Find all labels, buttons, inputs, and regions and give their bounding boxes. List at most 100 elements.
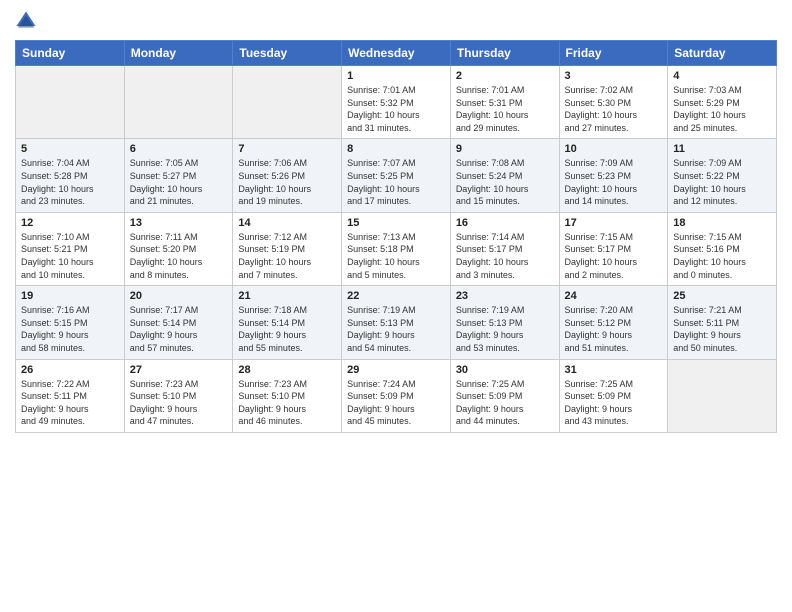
calendar-cell: 30 Sunrise: 7:25 AMSunset: 5:09 PMDayligh… <box>450 359 559 432</box>
day-number: 31 <box>565 364 663 376</box>
day-number: 28 <box>238 364 336 376</box>
weekday-header: Sunday <box>16 41 125 66</box>
day-info: Sunrise: 7:07 AMSunset: 5:25 PMDaylight:… <box>347 157 445 207</box>
calendar-cell: 7 Sunrise: 7:06 AMSunset: 5:26 PMDaylight… <box>233 139 342 212</box>
day-number: 8 <box>347 143 445 155</box>
calendar-week-row: 5 Sunrise: 7:04 AMSunset: 5:28 PMDaylight… <box>16 139 777 212</box>
calendar-cell: 22 Sunrise: 7:19 AMSunset: 5:13 PMDayligh… <box>342 286 451 359</box>
day-info: Sunrise: 7:14 AMSunset: 5:17 PMDaylight:… <box>456 231 554 281</box>
calendar-cell: 17 Sunrise: 7:15 AMSunset: 5:17 PMDayligh… <box>559 212 668 285</box>
day-info: Sunrise: 7:18 AMSunset: 5:14 PMDaylight:… <box>238 304 336 354</box>
weekday-header: Friday <box>559 41 668 66</box>
day-number: 17 <box>565 217 663 229</box>
calendar-cell: 26 Sunrise: 7:22 AMSunset: 5:11 PMDayligh… <box>16 359 125 432</box>
day-number: 20 <box>130 290 228 302</box>
day-number: 30 <box>456 364 554 376</box>
day-number: 13 <box>130 217 228 229</box>
day-number: 1 <box>347 70 445 82</box>
calendar-cell: 3 Sunrise: 7:02 AMSunset: 5:30 PMDaylight… <box>559 66 668 139</box>
day-number: 11 <box>673 143 771 155</box>
day-info: Sunrise: 7:06 AMSunset: 5:26 PMDaylight:… <box>238 157 336 207</box>
calendar-cell: 4 Sunrise: 7:03 AMSunset: 5:29 PMDaylight… <box>668 66 777 139</box>
logo <box>15 10 39 34</box>
header <box>15 10 777 34</box>
calendar-cell: 18 Sunrise: 7:15 AMSunset: 5:16 PMDayligh… <box>668 212 777 285</box>
day-info: Sunrise: 7:04 AMSunset: 5:28 PMDaylight:… <box>21 157 119 207</box>
calendar-cell: 20 Sunrise: 7:17 AMSunset: 5:14 PMDayligh… <box>124 286 233 359</box>
day-info: Sunrise: 7:22 AMSunset: 5:11 PMDaylight:… <box>21 378 119 428</box>
day-number: 26 <box>21 364 119 376</box>
calendar-cell: 25 Sunrise: 7:21 AMSunset: 5:11 PMDayligh… <box>668 286 777 359</box>
calendar-cell: 11 Sunrise: 7:09 AMSunset: 5:22 PMDayligh… <box>668 139 777 212</box>
weekday-header-row: SundayMondayTuesdayWednesdayThursdayFrid… <box>16 41 777 66</box>
day-number: 21 <box>238 290 336 302</box>
calendar-week-row: 1 Sunrise: 7:01 AMSunset: 5:32 PMDaylight… <box>16 66 777 139</box>
calendar-week-row: 26 Sunrise: 7:22 AMSunset: 5:11 PMDayligh… <box>16 359 777 432</box>
day-number: 15 <box>347 217 445 229</box>
day-info: Sunrise: 7:24 AMSunset: 5:09 PMDaylight:… <box>347 378 445 428</box>
day-number: 2 <box>456 70 554 82</box>
calendar-cell: 1 Sunrise: 7:01 AMSunset: 5:32 PMDaylight… <box>342 66 451 139</box>
calendar-cell <box>124 66 233 139</box>
day-number: 25 <box>673 290 771 302</box>
calendar-cell: 12 Sunrise: 7:10 AMSunset: 5:21 PMDayligh… <box>16 212 125 285</box>
day-info: Sunrise: 7:15 AMSunset: 5:16 PMDaylight:… <box>673 231 771 281</box>
calendar-cell: 10Sunrise: 7:09 AMSunset: 5:23 PMDayligh… <box>559 139 668 212</box>
day-number: 14 <box>238 217 336 229</box>
day-number: 27 <box>130 364 228 376</box>
day-number: 3 <box>565 70 663 82</box>
calendar-cell: 8 Sunrise: 7:07 AMSunset: 5:25 PMDaylight… <box>342 139 451 212</box>
day-info: Sunrise: 7:03 AMSunset: 5:29 PMDaylight:… <box>673 84 771 134</box>
day-info: Sunrise: 7:16 AMSunset: 5:15 PMDaylight:… <box>21 304 119 354</box>
day-info: Sunrise: 7:01 AMSunset: 5:32 PMDaylight:… <box>347 84 445 134</box>
day-info: Sunrise: 7:10 AMSunset: 5:21 PMDaylight:… <box>21 231 119 281</box>
calendar-header: SundayMondayTuesdayWednesdayThursdayFrid… <box>16 41 777 66</box>
day-info: Sunrise: 7:01 AMSunset: 5:31 PMDaylight:… <box>456 84 554 134</box>
day-number: 18 <box>673 217 771 229</box>
weekday-header: Tuesday <box>233 41 342 66</box>
day-info: Sunrise: 7:25 AMSunset: 5:09 PMDaylight:… <box>565 378 663 428</box>
day-number: 16 <box>456 217 554 229</box>
weekday-header: Saturday <box>668 41 777 66</box>
day-info: Sunrise: 7:02 AMSunset: 5:30 PMDaylight:… <box>565 84 663 134</box>
calendar-cell: 13 Sunrise: 7:11 AMSunset: 5:20 PMDayligh… <box>124 212 233 285</box>
day-info: Sunrise: 7:19 AMSunset: 5:13 PMDaylight:… <box>347 304 445 354</box>
calendar-cell: 28 Sunrise: 7:23 AMSunset: 5:10 PMDayligh… <box>233 359 342 432</box>
calendar-cell: 14 Sunrise: 7:12 AMSunset: 5:19 PMDayligh… <box>233 212 342 285</box>
day-info: Sunrise: 7:23 AMSunset: 5:10 PMDaylight:… <box>238 378 336 428</box>
day-number: 7 <box>238 143 336 155</box>
day-info: Sunrise: 7:05 AMSunset: 5:27 PMDaylight:… <box>130 157 228 207</box>
day-info: Sunrise: 7:20 AMSunset: 5:12 PMDaylight:… <box>565 304 663 354</box>
day-info: Sunrise: 7:19 AMSunset: 5:13 PMDaylight:… <box>456 304 554 354</box>
calendar-week-row: 19Sunrise: 7:16 AMSunset: 5:15 PMDayligh… <box>16 286 777 359</box>
calendar-cell: 27 Sunrise: 7:23 AMSunset: 5:10 PMDayligh… <box>124 359 233 432</box>
calendar-cell: 23 Sunrise: 7:19 AMSunset: 5:13 PMDayligh… <box>450 286 559 359</box>
calendar-cell: 24Sunrise: 7:20 AMSunset: 5:12 PMDayligh… <box>559 286 668 359</box>
calendar-cell: 19Sunrise: 7:16 AMSunset: 5:15 PMDayligh… <box>16 286 125 359</box>
day-number: 22 <box>347 290 445 302</box>
weekday-header: Wednesday <box>342 41 451 66</box>
day-info: Sunrise: 7:13 AMSunset: 5:18 PMDaylight:… <box>347 231 445 281</box>
day-info: Sunrise: 7:15 AMSunset: 5:17 PMDaylight:… <box>565 231 663 281</box>
calendar-cell: 6 Sunrise: 7:05 AMSunset: 5:27 PMDaylight… <box>124 139 233 212</box>
day-info: Sunrise: 7:12 AMSunset: 5:19 PMDaylight:… <box>238 231 336 281</box>
day-number: 6 <box>130 143 228 155</box>
day-info: Sunrise: 7:23 AMSunset: 5:10 PMDaylight:… <box>130 378 228 428</box>
calendar-table: SundayMondayTuesdayWednesdayThursdayFrid… <box>15 40 777 433</box>
day-number: 5 <box>21 143 119 155</box>
day-info: Sunrise: 7:11 AMSunset: 5:20 PMDaylight:… <box>130 231 228 281</box>
day-info: Sunrise: 7:09 AMSunset: 5:22 PMDaylight:… <box>673 157 771 207</box>
calendar-cell: 31 Sunrise: 7:25 AMSunset: 5:09 PMDayligh… <box>559 359 668 432</box>
day-number: 12 <box>21 217 119 229</box>
day-number: 23 <box>456 290 554 302</box>
day-info: Sunrise: 7:21 AMSunset: 5:11 PMDaylight:… <box>673 304 771 354</box>
calendar-week-row: 12 Sunrise: 7:10 AMSunset: 5:21 PMDayligh… <box>16 212 777 285</box>
day-number: 4 <box>673 70 771 82</box>
day-number: 9 <box>456 143 554 155</box>
day-info: Sunrise: 7:17 AMSunset: 5:14 PMDaylight:… <box>130 304 228 354</box>
calendar-cell: 5 Sunrise: 7:04 AMSunset: 5:28 PMDaylight… <box>16 139 125 212</box>
day-info: Sunrise: 7:25 AMSunset: 5:09 PMDaylight:… <box>456 378 554 428</box>
calendar-cell: 29Sunrise: 7:24 AMSunset: 5:09 PMDayligh… <box>342 359 451 432</box>
calendar-cell: 9Sunrise: 7:08 AMSunset: 5:24 PMDaylight… <box>450 139 559 212</box>
calendar-cell: 15 Sunrise: 7:13 AMSunset: 5:18 PMDayligh… <box>342 212 451 285</box>
